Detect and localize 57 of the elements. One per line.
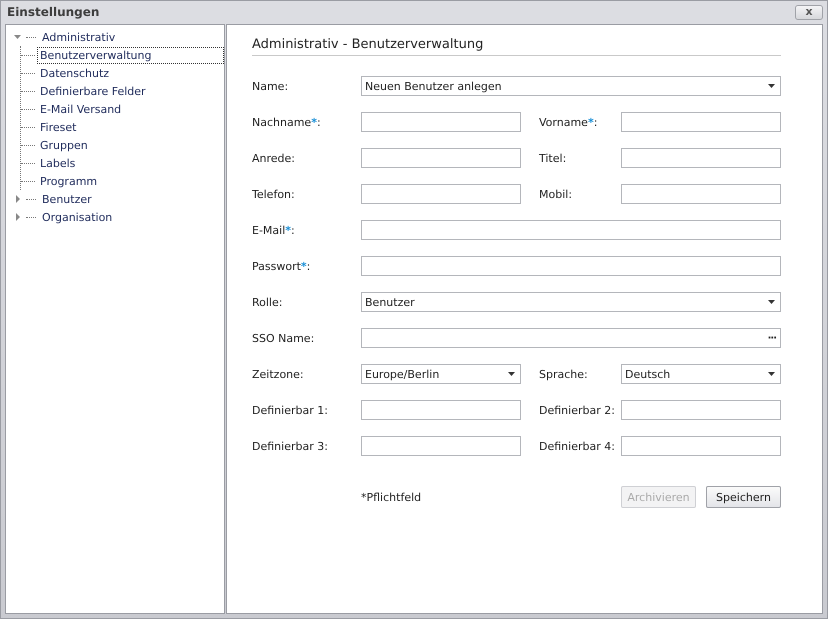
collapse-icon[interactable] <box>14 33 22 41</box>
input-field[interactable] <box>621 400 781 420</box>
tree-item[interactable]: Organisation <box>39 208 116 226</box>
tree-item[interactable]: Definierbare Felder <box>37 82 149 100</box>
field-label: Anrede: <box>252 152 296 164</box>
input-field[interactable] <box>621 436 781 456</box>
field-label: Mobil: <box>539 188 574 200</box>
field-label: Zeitzone: <box>252 368 305 380</box>
field-label: Passwort*: <box>252 260 312 272</box>
input-field[interactable] <box>621 184 781 204</box>
caret-icon[interactable] <box>768 84 775 88</box>
dropdown[interactable]: Neuen Benutzer anlegen <box>361 76 781 96</box>
field-label: Name: <box>252 80 290 92</box>
window-title: Einstellungen <box>7 5 100 19</box>
field-label: Rolle: <box>252 296 284 308</box>
input-field[interactable] <box>361 220 781 240</box>
field-label: Nachname*: <box>252 116 322 128</box>
dropdown[interactable]: Europe/Berlin <box>361 364 521 384</box>
section-heading: Administrativ - Benutzerverwaltung <box>252 35 781 56</box>
tree-item[interactable]: Gruppen <box>37 136 91 154</box>
field-label: Definierbar 2: <box>539 404 616 416</box>
tree-item[interactable]: Administrativ <box>39 28 118 46</box>
tree-item[interactable]: Benutzer <box>39 190 95 208</box>
caret-icon[interactable] <box>768 300 775 304</box>
input-field[interactable] <box>361 148 521 168</box>
input-field[interactable] <box>361 256 781 276</box>
field-label: SSO Name: <box>252 332 316 344</box>
field-label: Sprache: <box>539 368 589 380</box>
tree-item[interactable]: Fireset <box>37 118 80 136</box>
input-field[interactable] <box>361 436 521 456</box>
tree-item[interactable]: Datenschutz <box>37 64 112 82</box>
tree-item[interactable]: Programm <box>37 172 100 190</box>
field-label: Vorname*: <box>539 116 598 128</box>
dropdown[interactable]: Deutsch <box>621 364 781 384</box>
input-field[interactable] <box>621 112 781 132</box>
dropdown[interactable]: Benutzer <box>361 292 781 312</box>
caret-icon[interactable] <box>508 372 515 376</box>
field-label: Definierbar 3: <box>252 440 329 452</box>
tree-item[interactable]: E-Mail Versand <box>37 100 124 118</box>
field-label: Definierbar 4: <box>539 440 616 452</box>
caret-icon[interactable] <box>768 372 775 376</box>
field-label: Definierbar 1: <box>252 404 329 416</box>
tree-item[interactable]: Benutzerverwaltung <box>37 46 224 64</box>
input-field[interactable] <box>361 184 521 204</box>
input-field[interactable] <box>621 148 781 168</box>
input-field[interactable]: ··· <box>361 328 781 348</box>
action-button[interactable]: Speichern <box>706 486 781 508</box>
field-label: Titel: <box>539 152 568 164</box>
expand-icon[interactable] <box>14 195 22 203</box>
input-field[interactable] <box>361 112 521 132</box>
tree-item[interactable]: Labels <box>37 154 78 172</box>
field-label: Telefon: <box>252 188 296 200</box>
expand-icon[interactable] <box>14 213 22 221</box>
footnote: *Pflichtfeld <box>361 490 422 504</box>
input-field[interactable] <box>361 400 521 420</box>
close-button[interactable]: x <box>795 4 823 20</box>
field-label: E-Mail*: <box>252 224 296 236</box>
